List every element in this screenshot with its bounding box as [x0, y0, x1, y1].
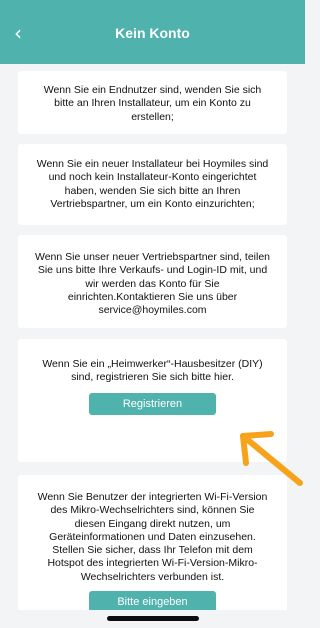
header-bar: ‹ Kein Konto — [0, 0, 305, 64]
info-card-distributor: Wenn Sie unser neuer Vertriebspartner si… — [18, 235, 287, 328]
register-button[interactable]: Registrieren — [89, 392, 216, 415]
info-card-end-user: Wenn Sie ein Endnutzer sind, wenden Sie … — [18, 71, 287, 134]
arrow-pointer-icon — [240, 431, 303, 486]
card-text: Wenn Sie ein neuer Installateur bei Hoym… — [36, 158, 269, 210]
info-card-installer: Wenn Sie ein neuer Installateur bei Hoym… — [18, 144, 287, 225]
card-text: Wenn Sie unser neuer Vertriebspartner si… — [34, 251, 271, 317]
card-text: Wenn Sie ein „Heimwerker“-Hausbesitzer (… — [42, 358, 263, 384]
card-text: Wenn Sie ein Endnutzer sind, wenden Sie … — [43, 84, 262, 123]
home-indicator[interactable] — [107, 616, 199, 621]
card-text: Wenn Sie Benutzer der integrierten Wi-Fi… — [37, 491, 268, 583]
info-card-wifi: Wenn Sie Benutzer der integrierten Wi-Fi… — [18, 475, 287, 625]
page-title: Kein Konto — [115, 25, 190, 41]
